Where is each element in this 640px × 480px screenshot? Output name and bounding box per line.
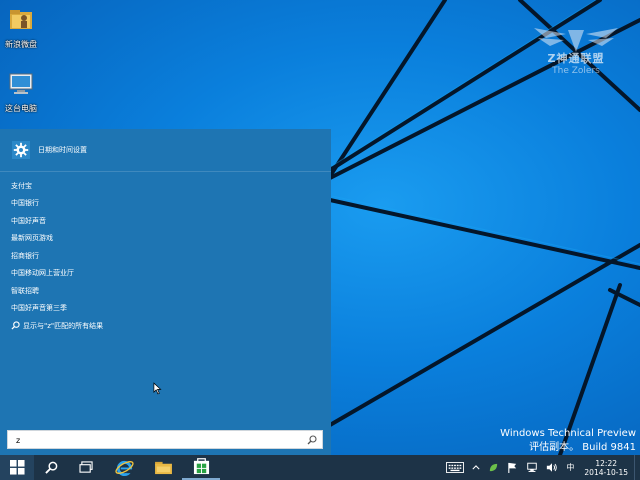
volume-button[interactable] bbox=[542, 455, 562, 480]
show-desktop-button[interactable] bbox=[634, 455, 640, 480]
computer-icon bbox=[9, 73, 33, 94]
input-method-indicator[interactable]: 中 bbox=[562, 455, 578, 480]
taskbar-store[interactable] bbox=[182, 455, 220, 480]
build-info: Windows Technical Preview 评估副本。 Build 98… bbox=[500, 427, 636, 455]
desktop-icon-label: 新浪微盘 bbox=[5, 40, 37, 49]
tray-app-icon bbox=[490, 463, 498, 472]
internet-explorer-icon bbox=[114, 460, 134, 477]
taskbar: 中 12:22 2014-10-15 bbox=[0, 455, 640, 480]
system-tray: 中 12:22 2014-10-15 bbox=[442, 455, 640, 480]
search-result-item[interactable]: 最新网页游戏 bbox=[11, 230, 311, 248]
network-icon bbox=[527, 462, 538, 472]
search-result-item[interactable]: 中国移动网上营业厅 bbox=[11, 265, 311, 283]
search-result-item[interactable]: 中国银行 bbox=[11, 195, 311, 213]
tray-app-icon[interactable] bbox=[484, 455, 503, 480]
start-menu: 日期和时间设置 支付宝 中国银行 中国好声音 最新网页游戏 招商银行 中国移动网… bbox=[0, 129, 331, 455]
search-results-list: 支付宝 中国银行 中国好声音 最新网页游戏 招商银行 中国移动网上营业厅 智联招… bbox=[11, 177, 311, 335]
wing-logo-icon bbox=[534, 28, 618, 52]
task-view-icon bbox=[78, 461, 93, 473]
search-result-item[interactable]: 支付宝 bbox=[11, 177, 311, 195]
network-button[interactable] bbox=[522, 455, 542, 480]
windows-logo-icon bbox=[9, 460, 25, 475]
input-method-label: 中 bbox=[566, 463, 575, 472]
search-result-item[interactable]: 中国好声音 bbox=[11, 212, 311, 230]
search-icon[interactable] bbox=[307, 435, 317, 445]
folder-icon bbox=[10, 10, 32, 29]
show-hidden-icons-button[interactable] bbox=[468, 455, 484, 480]
taskbar-file-explorer[interactable] bbox=[144, 455, 182, 480]
clock-time: 12:22 bbox=[595, 458, 618, 468]
watermark-subtitle: The Zolers bbox=[552, 66, 600, 76]
show-all-results-link[interactable]: 显示与"z"匹配的所有结果 bbox=[11, 317, 311, 335]
clock-date: 2014-10-15 bbox=[584, 467, 628, 477]
taskbar-search-button[interactable] bbox=[34, 455, 68, 480]
search-icon bbox=[44, 461, 57, 474]
search-result-item[interactable]: 中国好声音第三季 bbox=[11, 300, 311, 318]
search-result-item[interactable]: 招商银行 bbox=[11, 247, 311, 265]
build-info-edition: Windows Technical Preview bbox=[500, 428, 636, 439]
results-divider bbox=[0, 171, 331, 172]
store-icon bbox=[193, 458, 209, 475]
desktop-icon-weipan[interactable]: 新浪微盘 bbox=[0, 6, 46, 50]
start-search-input[interactable] bbox=[16, 433, 296, 447]
start-search-box[interactable] bbox=[7, 430, 323, 449]
volume-icon bbox=[547, 463, 558, 472]
search-result-date-time-settings[interactable]: 日期和时间设置 bbox=[0, 135, 331, 165]
desktop-icon-label: 这台电脑 bbox=[5, 104, 37, 113]
gear-icon bbox=[12, 141, 30, 159]
folder-icon bbox=[154, 461, 172, 475]
search-icon bbox=[11, 321, 20, 330]
chevron-up-icon bbox=[472, 465, 480, 470]
task-view-button[interactable] bbox=[68, 455, 104, 480]
start-button[interactable] bbox=[0, 455, 34, 480]
clock[interactable]: 12:22 2014-10-15 bbox=[578, 455, 634, 480]
action-center-button[interactable] bbox=[503, 455, 522, 480]
desktop-icon-this-pc[interactable]: 这台电脑 bbox=[0, 70, 46, 114]
keyboard-icon bbox=[446, 462, 465, 473]
build-info-build: 评估副本。 Build 9841 bbox=[529, 442, 636, 453]
search-result-label: 日期和时间设置 bbox=[38, 146, 87, 154]
search-result-item[interactable]: 智联招聘 bbox=[11, 282, 311, 300]
flag-icon bbox=[508, 462, 517, 473]
touch-keyboard-button[interactable] bbox=[442, 455, 468, 480]
watermark-logo: Z神通联盟 The Zolers bbox=[528, 22, 624, 78]
taskbar-internet-explorer[interactable] bbox=[104, 455, 144, 480]
mouse-cursor-icon bbox=[153, 382, 162, 395]
